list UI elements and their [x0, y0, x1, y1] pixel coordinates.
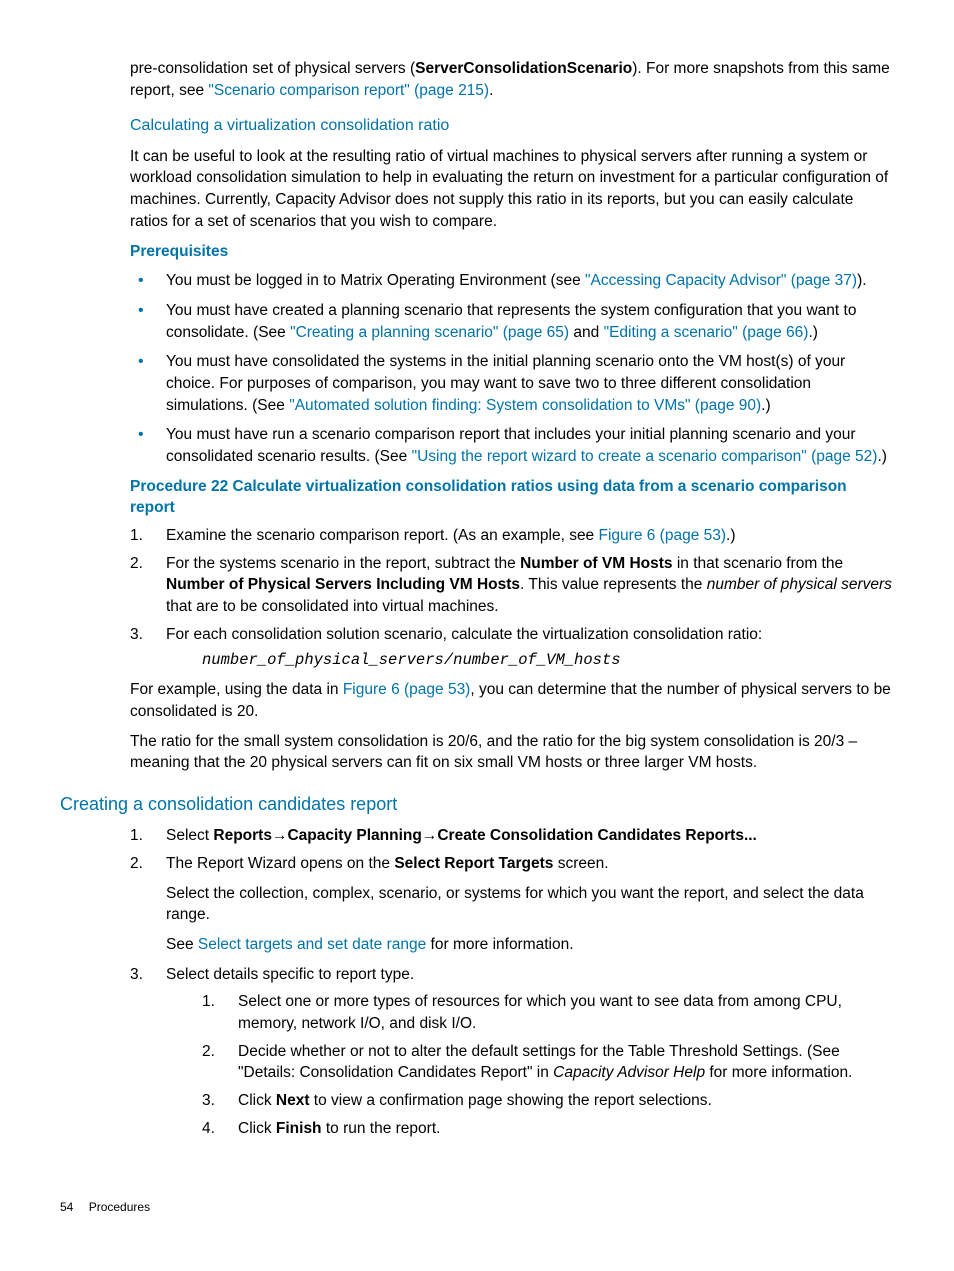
- list-item: Click Next to view a confirmation page s…: [202, 1090, 894, 1112]
- creating-report-steps: Select Reports→Capacity Planning→Create …: [130, 825, 894, 1139]
- link-figure-6-b[interactable]: Figure 6 (page 53): [343, 681, 471, 698]
- page-footer: 54 Procedures: [60, 1199, 894, 1216]
- substeps-list: Select one or more types of resources fo…: [202, 991, 894, 1139]
- step-subparagraph: See Select targets and set date range fo…: [166, 934, 894, 956]
- list-item: Select one or more types of resources fo…: [202, 991, 894, 1034]
- page-number: 54: [60, 1199, 73, 1216]
- list-item: Decide whether or not to alter the defau…: [202, 1041, 894, 1084]
- list-item: The Report Wizard opens on the Select Re…: [130, 853, 894, 956]
- page-content: pre-consolidation set of physical server…: [130, 58, 894, 1139]
- example-paragraph-2: The ratio for the small system consolida…: [130, 731, 894, 774]
- list-item: Select details specific to report type. …: [130, 964, 894, 1140]
- heading-procedure-22: Procedure 22 Calculate virtualization co…: [130, 476, 894, 519]
- list-item: Select Reports→Capacity Planning→Create …: [130, 825, 894, 847]
- list-item: For each consolidation solution scenario…: [130, 624, 894, 671]
- list-item: For the systems scenario in the report, …: [130, 553, 894, 618]
- link-select-targets[interactable]: Select targets and set date range: [198, 936, 426, 953]
- link-creating-planning-scenario[interactable]: "Creating a planning scenario" (page 65): [290, 324, 569, 341]
- formula-code: number_of_physical_servers/number_of_VM_…: [202, 650, 894, 672]
- list-item: You must have created a planning scenari…: [130, 300, 894, 343]
- heading-prerequisites: Prerequisites: [130, 241, 894, 263]
- intro-paragraph: pre-consolidation set of physical server…: [130, 58, 894, 101]
- link-figure-6[interactable]: Figure 6 (page 53): [599, 527, 727, 544]
- link-scenario-comparison-report[interactable]: "Scenario comparison report" (page 215): [208, 82, 489, 99]
- list-item: Examine the scenario comparison report. …: [130, 525, 894, 547]
- list-item: You must have run a scenario comparison …: [130, 424, 894, 467]
- list-item: You must have consolidated the systems i…: [130, 351, 894, 416]
- list-item: Click Finish to run the report.: [202, 1118, 894, 1140]
- list-item: You must be logged in to Matrix Operatin…: [130, 270, 894, 292]
- link-automated-solution-finding[interactable]: "Automated solution finding: System cons…: [289, 397, 761, 414]
- procedure-22-steps: Examine the scenario comparison report. …: [130, 525, 894, 671]
- prerequisites-list: You must be logged in to Matrix Operatin…: [130, 270, 894, 468]
- link-using-report-wizard[interactable]: "Using the report wizard to create a sce…: [412, 448, 878, 465]
- step-subparagraph: Select the collection, complex, scenario…: [166, 883, 894, 926]
- section-name: Procedures: [89, 1200, 150, 1214]
- calc-paragraph: It can be useful to look at the resultin…: [130, 146, 894, 233]
- link-accessing-capacity-advisor[interactable]: "Accessing Capacity Advisor" (page 37): [585, 272, 857, 289]
- heading-creating-consolidation-report: Creating a consolidation candidates repo…: [60, 792, 894, 817]
- link-editing-scenario[interactable]: "Editing a scenario" (page 66): [604, 324, 809, 341]
- heading-calculating-ratio: Calculating a virtualization consolidati…: [130, 115, 894, 137]
- example-paragraph-1: For example, using the data in Figure 6 …: [130, 679, 894, 722]
